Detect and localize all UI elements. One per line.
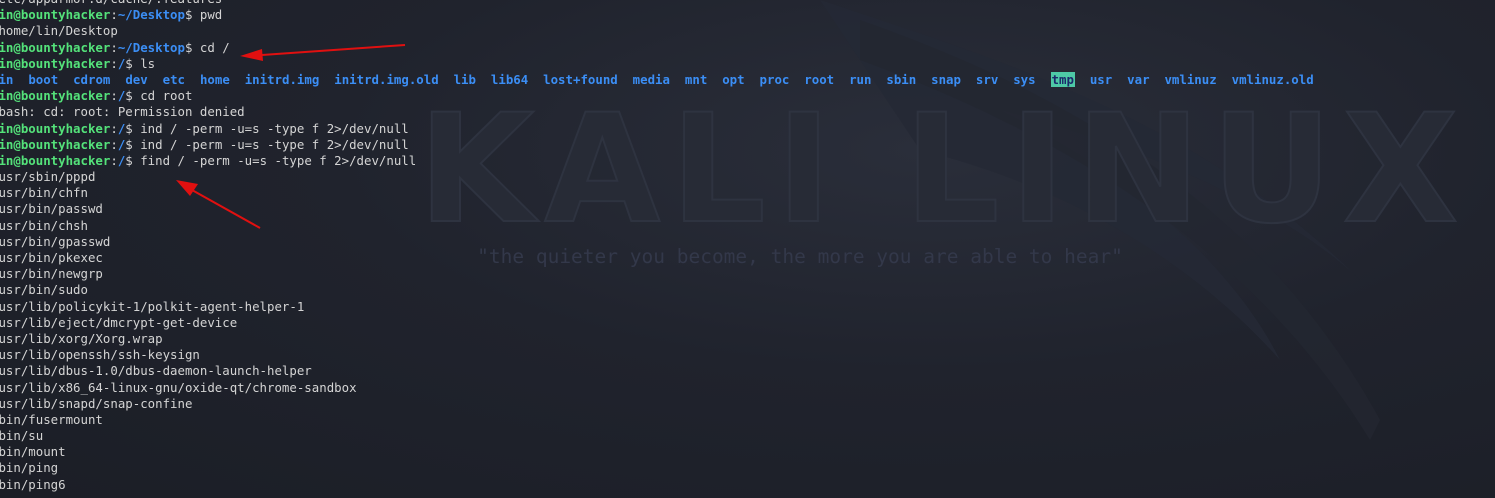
annotation-arrows [176, 44, 406, 229]
arrow-icon-find [176, 180, 261, 229]
arrow-icon-cd [240, 44, 406, 61]
